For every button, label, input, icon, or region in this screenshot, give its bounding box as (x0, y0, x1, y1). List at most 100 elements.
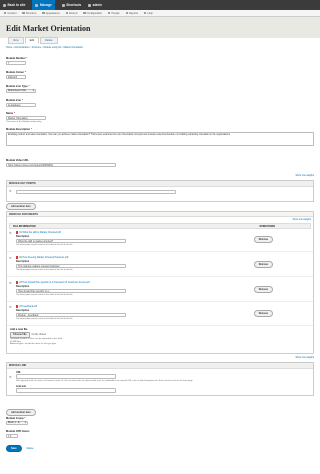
key-point-input[interactable] (16, 189, 176, 194)
drag-handle-icon[interactable]: ✥ (9, 231, 12, 235)
breadcrumb-structure[interactable]: Structure (32, 46, 42, 49)
module-cpd-hours-label: Module CPD Hours (6, 430, 30, 433)
module-description-label: Module Description (6, 128, 31, 131)
drag-handle-icon[interactable]: ✥ (9, 375, 12, 379)
document-description-help: The description may be used as the label… (16, 318, 73, 320)
module-description-textarea[interactable]: Enabling product and sales orientation, … (6, 131, 314, 146)
link-url-input[interactable] (16, 374, 116, 379)
document-description-label: Description (16, 260, 30, 263)
document-file-link[interactable]: 02 How Freeing Market Oriented Practices… (16, 256, 68, 259)
link-add-wrapper: Add another item (6, 409, 36, 416)
documents-table-header: FILE INFORMATION OPERATIONS (9, 223, 311, 229)
appearance-icon (42, 11, 45, 15)
wrench-icon (83, 11, 86, 15)
file-information-header: FILE INFORMATION (13, 224, 36, 228)
document-description-input[interactable]: How should Pan specific to a... (16, 288, 126, 293)
module-icon-type-select[interactable]: Bottomless Knife ▾ (6, 88, 36, 93)
key-points-add-wrapper: Add another item (6, 203, 36, 210)
drag-handle-icon[interactable]: ✥ (9, 305, 12, 309)
breadcrumb-current[interactable]: Market Orientation (63, 46, 83, 49)
document-file-link[interactable]: 03 How should Pan specific to A Transpor… (16, 281, 89, 284)
document-file-link[interactable]: 01 What the skill is Market Oriented.pdf (16, 231, 61, 234)
help-icon (144, 11, 147, 15)
menu-help[interactable]: Help (144, 12, 153, 15)
document-description-input[interactable]: What the skill is market oriented? (16, 238, 126, 243)
document-description-help: The description may be used as the label… (16, 269, 73, 271)
module-description-field: Module Description * Enabling product an… (6, 128, 314, 146)
name-input[interactable]: Market Orientation (6, 115, 46, 120)
delete-link[interactable]: Delete (27, 447, 34, 450)
link-text-input[interactable] (16, 388, 116, 393)
remove-document-button[interactable]: Remove (253, 261, 273, 268)
documents-show-row-weights-link[interactable]: Show row weights (292, 219, 311, 221)
module-cpd-hours-input[interactable]: 1.5 (6, 433, 18, 438)
module-icon-input[interactable]: fa-database (6, 102, 36, 107)
toolbar-user[interactable]: admin (88, 3, 102, 7)
name-description: The name of the Module entity entity. (6, 120, 42, 123)
name-label: Name (6, 112, 14, 115)
menu-configuration[interactable]: Configuration (83, 12, 102, 15)
module-number-field: Module Number * 7 (6, 57, 28, 65)
people-icon (108, 11, 111, 15)
module-group-select[interactable]: Block 1 - E ▾ (6, 420, 28, 425)
pdf-file-icon (16, 231, 19, 234)
form-actions: Save Delete (6, 445, 34, 452)
menu-content[interactable]: Content (4, 12, 16, 15)
add-another-key-point-button[interactable]: Add another item (6, 203, 36, 210)
menu-reports[interactable]: Reports (125, 12, 138, 15)
breadcrumb-module-list[interactable]: Module entity list (44, 46, 62, 49)
user-icon (88, 3, 92, 7)
drag-handle-icon[interactable]: ✥ (9, 189, 12, 193)
add-another-link-button[interactable]: Add another item (6, 409, 36, 416)
tab-edit[interactable]: Edit (24, 37, 40, 44)
module-video-url-input[interactable]: https://player.vimeo.com/video/138299394 (6, 162, 116, 167)
name-field: Name * Market Orientation The name of th… (6, 112, 46, 123)
menu-appearance[interactable]: Appearance (42, 11, 60, 15)
choose-file-button[interactable]: Choose File (10, 331, 30, 338)
content-icon (4, 11, 7, 15)
module-icon-type-field: Module Icon Type * Bottomless Knife ▾ (6, 85, 36, 93)
remove-document-button[interactable]: Remove (253, 310, 273, 317)
tab-delete[interactable]: Delete (40, 37, 58, 44)
toolbar-back-to-site[interactable]: Back to site (3, 3, 25, 7)
drag-handle-icon[interactable]: ✥ (9, 281, 12, 285)
add-new-file-label: Add a new file (10, 328, 28, 331)
module-icon-field: Module Icon * fa-database (6, 99, 36, 107)
menu-people[interactable]: People (108, 11, 120, 15)
admin-menu-tray: Content Structure Appearance Extend Conf… (0, 10, 320, 17)
toolbar-shortcuts[interactable]: Shortcuts (61, 3, 81, 7)
module-key-points-header: MODULE KEY POINTS (7, 181, 313, 187)
menu-structure[interactable]: Structure (22, 12, 36, 15)
document-description-input[interactable]: Module - Feedback (16, 312, 126, 317)
remove-document-button[interactable]: Remove (253, 286, 273, 293)
document-file-link[interactable]: 04 Feedback.pdf (16, 305, 37, 308)
module-number-input[interactable]: 7 (6, 60, 26, 65)
module-video-url-field: Module Video URL https://player.vimeo.co… (6, 159, 116, 167)
module-video-url-label: Module Video URL (6, 159, 29, 162)
star-icon (61, 3, 65, 7)
module-group-label: Module Group (6, 417, 24, 420)
breadcrumb: Home › Administration › Structure › Modu… (6, 46, 84, 49)
add-new-file-section: Add a new file Choose File No file chose… (10, 328, 63, 345)
module-icon-type-label: Module Icon Type (6, 85, 28, 88)
module-cpd-hours-field: Module CPD Hours 1.5 (6, 430, 30, 438)
drag-handle-icon[interactable]: ✥ (9, 256, 12, 260)
pdf-file-icon (16, 281, 19, 284)
module-number-label: Module Number (6, 57, 26, 60)
module-colour-input[interactable]: #ddc4c0 (6, 74, 26, 79)
document-description-input[interactable]: This training enables oriented practices (16, 263, 126, 268)
remove-document-button[interactable]: Remove (253, 236, 273, 243)
module-colour-label: Module Colour (6, 71, 25, 74)
chevron-down-icon: ▾ (32, 88, 34, 92)
no-file-chosen-text: No file chosen (31, 333, 47, 336)
link-show-row-weights-link[interactable]: Show row weights (295, 357, 314, 359)
module-documents-summary[interactable]: ▾ MODULE DOCUMENTS (7, 212, 313, 217)
tab-view[interactable]: View (8, 37, 24, 44)
toolbar-manage[interactable]: Manage (32, 0, 55, 10)
save-button[interactable]: Save (6, 445, 22, 452)
module-key-points-table: MODULE KEY POINTS ✥ (6, 180, 314, 202)
breadcrumb-administration[interactable]: Administration (14, 46, 29, 49)
menu-extend[interactable]: Extend (65, 12, 77, 15)
document-description-label: Description (16, 235, 30, 238)
show-row-weights-link[interactable]: Show row weights (295, 175, 314, 177)
